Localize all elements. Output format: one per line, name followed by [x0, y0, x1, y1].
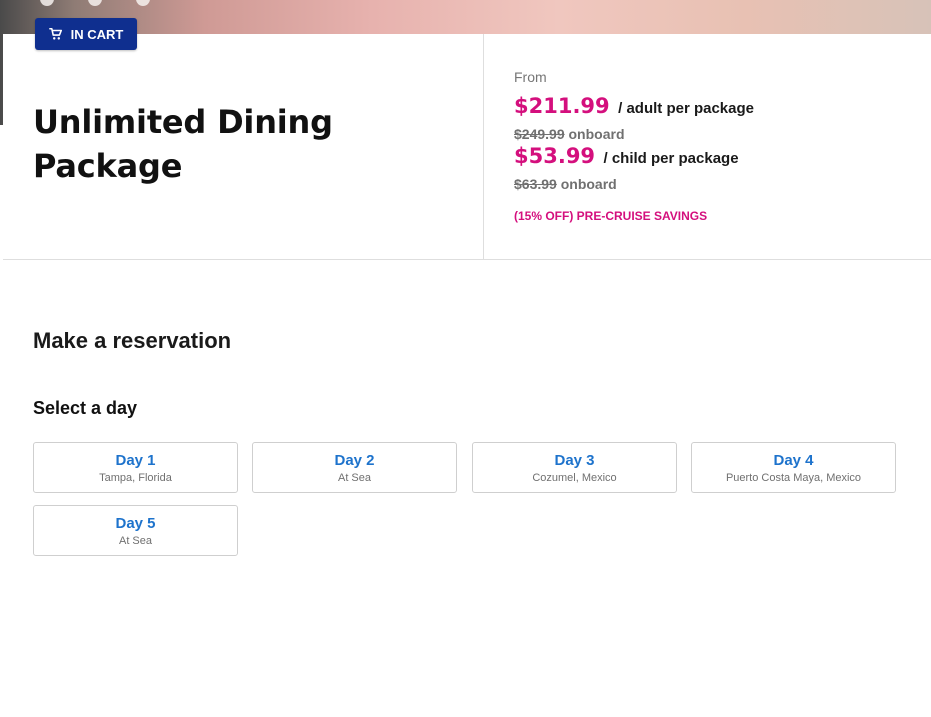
adult-onboard-price: $249.99 [514, 126, 565, 142]
reservation-title: Make a reservation [33, 328, 232, 353]
pricing-panel: From $211.99 / adult per package $249.99… [514, 34, 924, 259]
day-4-button[interactable]: Day 4 Puerto Costa Maya, Mexico [691, 442, 896, 493]
adult-price-unit: / adult per package [618, 100, 754, 117]
day-location: At Sea [118, 535, 153, 547]
day-1-button[interactable]: Day 1 Tampa, Florida [33, 442, 238, 493]
day-label: Day 2 [334, 452, 375, 469]
carousel-dot[interactable] [88, 0, 102, 6]
day-5-button[interactable]: Day 5 At Sea [33, 505, 238, 556]
day-location: Cozumel, Mexico [532, 472, 617, 484]
adult-price-line: $211.99 / adult per package [514, 94, 754, 118]
day-label: Day 4 [773, 452, 814, 469]
package-card: Unlimited Dining Package From $211.99 / … [3, 34, 931, 717]
child-price-unit: / child per package [603, 150, 739, 167]
carousel-dot[interactable] [136, 0, 150, 6]
cart-icon [48, 27, 62, 40]
package-summary: Unlimited Dining Package From $211.99 / … [3, 34, 931, 260]
day-3-button[interactable]: Day 3 Cozumel, Mexico [472, 442, 677, 493]
adult-onboard-price-line: $249.99 onboard [514, 126, 625, 142]
day-2-button[interactable]: Day 2 At Sea [252, 442, 457, 493]
hero-carousel-dots [40, 0, 150, 6]
dining-package-page: IN CART Unlimited Dining Package From $2… [0, 0, 931, 717]
child-price: $53.99 [514, 144, 596, 168]
day-label: Day 3 [554, 452, 595, 469]
day-location: At Sea [337, 472, 372, 484]
in-cart-label: IN CART [70, 26, 124, 42]
child-onboard-price: $63.99 [514, 176, 557, 192]
child-onboard-price-line: $63.99 onboard [514, 176, 617, 192]
package-title: Unlimited Dining Package [33, 103, 333, 185]
day-location: Tampa, Florida [99, 472, 172, 484]
child-price-line: $53.99 / child per package [514, 144, 739, 168]
in-cart-badge: IN CART [35, 18, 137, 50]
day-location: Puerto Costa Maya, Mexico [725, 472, 862, 484]
day-label: Day 5 [115, 515, 156, 532]
adult-onboard-label: onboard [568, 126, 625, 142]
package-title-panel: Unlimited Dining Package [3, 34, 484, 259]
adult-price: $211.99 [514, 94, 610, 118]
select-day-label: Select a day [33, 398, 138, 418]
day-label: Day 1 [115, 452, 156, 469]
carousel-dot[interactable] [40, 0, 54, 6]
pre-cruise-savings: (15% OFF) PRE-CRUISE SAVINGS [514, 209, 708, 223]
child-onboard-label: onboard [560, 176, 617, 192]
from-label: From [514, 69, 547, 85]
